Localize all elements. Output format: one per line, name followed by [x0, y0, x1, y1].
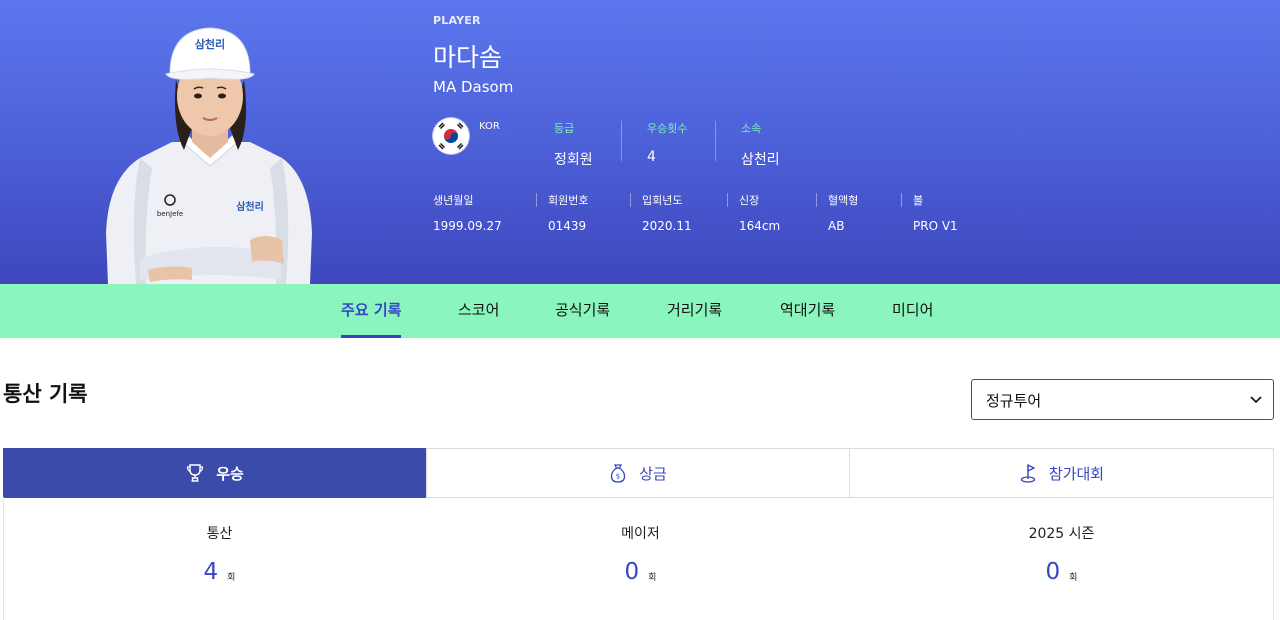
record-value: 4 — [203, 559, 219, 585]
info-label: 볼 — [913, 194, 924, 207]
record-major: 메이저 0회 — [429, 523, 852, 585]
korea-flag-icon — [433, 118, 469, 154]
svg-text:$: $ — [616, 473, 620, 481]
record-type-tabs: 우승 $ 상금 참가대회 — [3, 448, 1274, 498]
tab-history-records[interactable]: 역대기록 — [780, 284, 835, 338]
record-unit: 회 — [227, 573, 236, 583]
info-value: 1999.09.27 — [433, 219, 502, 233]
info-label: 입회년도 — [642, 194, 683, 207]
money-bag-icon: $ — [611, 464, 626, 483]
cap-logo-text: 삼천리 — [195, 37, 225, 51]
stat-grade: 등급 정회원 — [554, 120, 593, 169]
record-value: 0 — [624, 559, 640, 585]
info-label: 생년월일 — [433, 194, 474, 207]
stat-value: 4 — [647, 149, 656, 165]
tour-select[interactable]: 정규투어 — [971, 379, 1274, 420]
divider — [715, 121, 716, 161]
info-label: 신장 — [739, 194, 760, 207]
record-total: 통산 4회 — [8, 523, 431, 585]
info-value: PRO V1 — [913, 219, 958, 233]
info-ball: 볼 PRO V1 — [913, 192, 958, 233]
stat-label: 소속 — [741, 122, 762, 135]
player-name-english: MA Dasom — [433, 78, 514, 96]
divider — [630, 193, 631, 207]
tab-official-records[interactable]: 공식기록 — [555, 284, 610, 338]
tab-score[interactable]: 스코어 — [458, 284, 499, 338]
divider — [621, 121, 622, 161]
info-birthdate: 생년월일 1999.09.27 — [433, 192, 502, 233]
player-nation: KOR — [479, 121, 500, 132]
record-unit: 회 — [1069, 573, 1078, 583]
record-tab-tournaments[interactable]: 참가대회 — [849, 448, 1274, 498]
record-panel: 통산 4회 메이저 0회 2025 시즌 0회 — [3, 497, 1274, 620]
stat-label: 등급 — [554, 122, 575, 135]
player-tag: PLAYER — [433, 14, 481, 27]
record-label: 통산 — [206, 526, 233, 542]
divider — [727, 193, 728, 207]
section-title: 통산 기록 — [3, 382, 88, 406]
info-value: 01439 — [548, 219, 587, 233]
player-tab-bar: 주요 기록 스코어 공식기록 거리기록 역대기록 미디어 — [0, 284, 1280, 338]
record-tab-prize[interactable]: $ 상금 — [426, 448, 850, 498]
info-value: 2020.11 — [642, 219, 692, 233]
info-label: 혈액형 — [828, 194, 859, 207]
info-member-number: 회원번호 01439 — [548, 192, 588, 233]
tour-select-value: 정규투어 — [986, 392, 1042, 410]
divider — [816, 193, 817, 207]
stat-affiliation: 소속 삼천리 — [741, 120, 780, 169]
record-unit: 회 — [648, 573, 657, 583]
info-value: 164cm — [739, 219, 781, 233]
tab-media[interactable]: 미디어 — [892, 284, 933, 338]
info-label: 회원번호 — [548, 194, 589, 207]
record-tab-label: 참가대회 — [1048, 464, 1105, 483]
info-join-date: 입회년도 2020.11 — [642, 192, 692, 233]
chevron-down-icon — [1250, 396, 1262, 404]
stat-value: 삼천리 — [741, 152, 780, 168]
info-height: 신장 164cm — [739, 192, 780, 233]
tab-main-records[interactable]: 주요 기록 — [341, 284, 402, 338]
record-season: 2025 시즌 0회 — [850, 523, 1273, 585]
divider — [536, 193, 537, 207]
shirt-brand-text: benJefe — [157, 210, 183, 218]
player-photo: 삼천리 삼천리 benJefe — [106, 27, 312, 284]
shirt-sponsor-text: 삼천리 — [236, 200, 264, 213]
player-header: 삼천리 삼천리 benJefe PLAYER 마다솜 MA Dasom KOR … — [0, 0, 1280, 284]
info-value: AB — [828, 219, 845, 233]
player-name-korean: 마다솜 — [433, 43, 503, 72]
divider — [901, 193, 902, 207]
stat-wins: 우승횟수 4 — [647, 120, 687, 165]
trophy-icon — [187, 464, 204, 482]
record-tab-wins[interactable]: 우승 — [3, 448, 427, 498]
record-label: 메이저 — [621, 526, 660, 542]
stat-value: 정회원 — [554, 152, 593, 168]
info-blood-type: 혈액형 AB — [828, 192, 858, 233]
record-tab-label: 상금 — [639, 464, 667, 483]
tab-distance-records[interactable]: 거리기록 — [667, 284, 722, 338]
stat-label: 우승횟수 — [647, 122, 688, 135]
record-tab-label: 우승 — [216, 464, 244, 483]
record-value: 0 — [1045, 559, 1061, 585]
record-label: 2025 시즌 — [1028, 526, 1095, 542]
golf-flag-icon — [1020, 463, 1036, 483]
